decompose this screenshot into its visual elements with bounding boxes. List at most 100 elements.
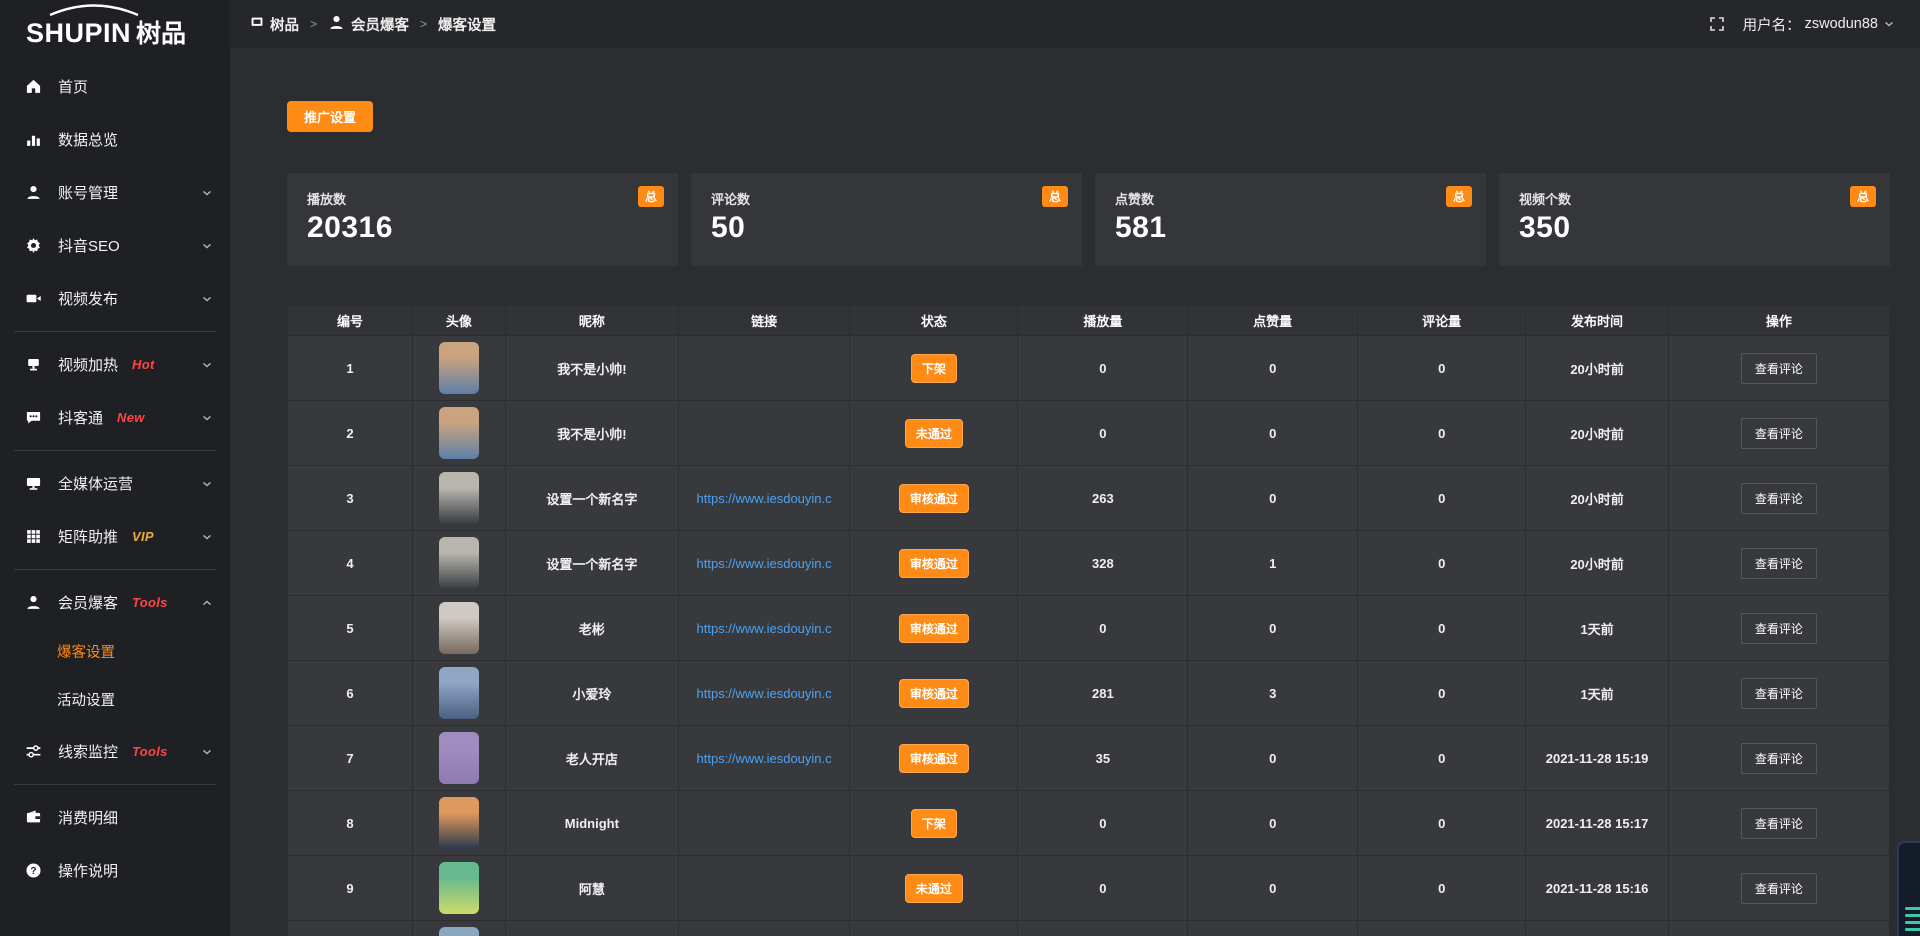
table-row: 5 老彬 https://www.iesdouyin.c 审核通过 0 0 0 … xyxy=(288,596,1890,661)
status-badge[interactable]: 审核通过 xyxy=(899,679,969,708)
table-header-row: 编号头像昵称链接状态播放量点赞量评论量发布时间操作 xyxy=(288,306,1890,336)
status-badge[interactable]: 审核通过 xyxy=(899,484,969,513)
cell-nickname xyxy=(506,921,679,936)
status-badge[interactable]: 未通过 xyxy=(905,874,963,903)
cell-comments xyxy=(1358,921,1526,936)
sidebar-subitem[interactable]: 活动设置 xyxy=(0,677,230,725)
cell-status: 审核通过 xyxy=(850,466,1018,531)
logo-arc xyxy=(46,3,142,21)
cell-id: 3 xyxy=(288,466,413,531)
view-comments-button[interactable]: 查看评论 xyxy=(1741,873,1817,904)
chevron-down-icon xyxy=(200,186,214,200)
status-badge[interactable]: 审核通过 xyxy=(899,614,969,643)
sidebar-divider xyxy=(14,450,216,451)
view-comments-button[interactable]: 查看评论 xyxy=(1741,548,1817,579)
status-badge[interactable]: 下架 xyxy=(911,809,957,838)
avatar xyxy=(439,472,479,524)
view-comments-button[interactable]: 查看评论 xyxy=(1741,353,1817,384)
table-row xyxy=(288,921,1890,936)
cell-likes: 0 xyxy=(1188,596,1358,661)
username-prefix: 用户名： xyxy=(1743,14,1801,35)
user-icon xyxy=(328,14,345,35)
cell-id: 6 xyxy=(288,661,413,726)
status-badge[interactable]: 未通过 xyxy=(905,419,963,448)
view-comments-button[interactable]: 查看评论 xyxy=(1741,483,1817,514)
sidebar-item[interactable]: 会员爆客Tools xyxy=(0,576,230,629)
sidebar-item[interactable]: 全媒体运营 xyxy=(0,457,230,510)
home-icon xyxy=(24,78,43,95)
sidebar-item[interactable]: 数据总览 xyxy=(0,113,230,166)
breadcrumb-item[interactable]: 树品 xyxy=(250,14,299,35)
view-comments-button[interactable]: 查看评论 xyxy=(1741,743,1817,774)
video-icon xyxy=(24,290,43,307)
breadcrumb-item[interactable]: 会员爆客 xyxy=(328,14,409,35)
status-badge[interactable]: 下架 xyxy=(911,354,957,383)
promo-settings-button[interactable]: 推广设置 xyxy=(287,101,373,132)
sidebar-item-label: 线索监控 xyxy=(58,741,118,762)
chart-icon xyxy=(24,131,43,148)
cell-likes xyxy=(1188,921,1358,936)
cell-nickname: 小爱玲 xyxy=(506,661,679,726)
chevron-down-icon xyxy=(200,292,214,306)
video-link[interactable]: https://www.iesdouyin.c xyxy=(693,556,836,571)
cell-link xyxy=(679,791,850,856)
cell-plays: 35 xyxy=(1018,726,1188,791)
cell-action: 查看评论 xyxy=(1669,336,1890,401)
cell-plays: 0 xyxy=(1018,336,1188,401)
cell-action: 查看评论 xyxy=(1669,596,1890,661)
breadcrumb-label: 爆客设置 xyxy=(438,14,496,35)
avatar xyxy=(439,342,479,394)
video-link[interactable]: https://www.iesdouyin.c xyxy=(693,686,836,701)
floating-widget[interactable] xyxy=(1897,841,1920,936)
table-row: 2 我不是小帅! 未通过 0 0 0 20小时前 查看评论 xyxy=(288,401,1890,466)
user-menu[interactable]: 用户名：zswodun88 xyxy=(1743,14,1896,35)
stat-card: 视频个数 350 总 xyxy=(1499,173,1890,266)
cell-status: 审核通过 xyxy=(850,726,1018,791)
cell-time: 20小时前 xyxy=(1526,466,1669,531)
table-row: 4 设置一个新名字 https://www.iesdouyin.c 审核通过 3… xyxy=(288,531,1890,596)
chevron-down-icon xyxy=(200,477,214,491)
breadcrumb-label: 树品 xyxy=(270,14,299,35)
sidebar-item[interactable]: 抖音SEO xyxy=(0,219,230,272)
fullscreen-icon[interactable] xyxy=(1709,16,1725,32)
sidebar-subitem[interactable]: 爆客设置 xyxy=(0,629,230,677)
menu-badge: Tools xyxy=(132,744,168,759)
sidebar-item[interactable]: ?操作说明 xyxy=(0,844,230,897)
stat-card-badge: 总 xyxy=(1850,186,1876,207)
stat-card-label: 点赞数 xyxy=(1115,189,1466,208)
screen-icon xyxy=(24,356,43,373)
video-link[interactable]: https://www.iesdouyin.c xyxy=(693,751,836,766)
sidebar-item-label: 矩阵助推 xyxy=(58,526,118,547)
view-comments-button[interactable]: 查看评论 xyxy=(1741,678,1817,709)
cell-plays: 0 xyxy=(1018,401,1188,466)
cell-action: 查看评论 xyxy=(1669,856,1890,921)
help-icon: ? xyxy=(24,862,43,879)
sidebar-item[interactable]: 账号管理 xyxy=(0,166,230,219)
chevron-down-icon xyxy=(200,530,214,544)
view-comments-button[interactable]: 查看评论 xyxy=(1741,808,1817,839)
logo-text-cn: 树品 xyxy=(136,20,186,48)
cell-comments: 0 xyxy=(1358,726,1526,791)
sidebar-item[interactable]: 首页 xyxy=(0,60,230,113)
status-badge[interactable]: 审核通过 xyxy=(899,744,969,773)
sidebar-item[interactable]: 抖客通New xyxy=(0,391,230,444)
sidebar-item[interactable]: 视频加热Hot xyxy=(0,338,230,391)
sidebar-item[interactable]: 消费明细 xyxy=(0,791,230,844)
stat-card-label: 播放数 xyxy=(307,189,658,208)
status-badge[interactable]: 审核通过 xyxy=(899,549,969,578)
chevron-up-icon xyxy=(200,596,214,610)
cell-time: 1天前 xyxy=(1526,596,1669,661)
sidebar-item-label: 全媒体运营 xyxy=(58,473,133,494)
sidebar-item[interactable]: 视频发布 xyxy=(0,272,230,325)
cell-nickname: 我不是小帅! xyxy=(506,401,679,466)
sidebar-item[interactable]: 线索监控 Tools xyxy=(0,725,230,778)
sidebar-item[interactable]: 矩阵助推VIP xyxy=(0,510,230,563)
cell-action: 查看评论 xyxy=(1669,726,1890,791)
view-comments-button[interactable]: 查看评论 xyxy=(1741,418,1817,449)
sidebar: SHUPIN树品 首页数据总览账号管理抖音SEO视频发布视频加热Hot抖客通Ne… xyxy=(0,0,230,936)
view-comments-button[interactable]: 查看评论 xyxy=(1741,613,1817,644)
video-link[interactable]: https://www.iesdouyin.c xyxy=(693,621,836,636)
brand-logo[interactable]: SHUPIN树品 xyxy=(0,0,230,54)
video-link[interactable]: https://www.iesdouyin.c xyxy=(693,491,836,506)
widget-bar xyxy=(1905,914,1920,917)
